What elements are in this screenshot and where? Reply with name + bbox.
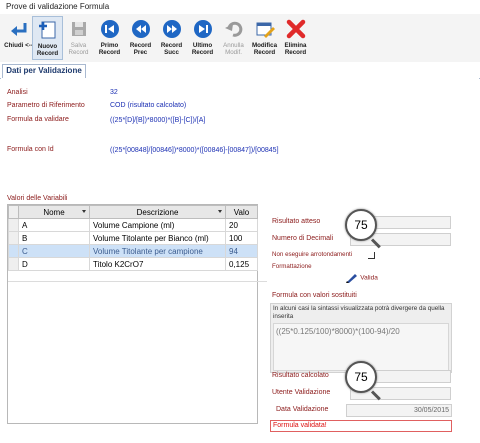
cell-nome[interactable]: A: [18, 218, 90, 232]
risultato-atteso-label: Risultato atteso: [272, 218, 321, 225]
edit-record-icon: [256, 22, 275, 38]
cell-nome[interactable]: D: [18, 257, 90, 271]
cell-valore[interactable]: 0,125: [225, 257, 258, 271]
data-validazione-label: Data Validazione: [276, 406, 329, 413]
next-record-icon: [162, 20, 181, 38]
delete-icon: [286, 19, 305, 39]
edit-record-button[interactable]: Modifica Record: [249, 16, 280, 60]
magnified-risultato-calcolato: 75: [354, 370, 368, 384]
next-record-button[interactable]: Record Succ: [156, 16, 187, 60]
formula-valori-text: ((25*0.125/100)*8000)*(100-94)/20: [276, 327, 400, 336]
utente-validazione-label: Utente Validazione: [272, 389, 331, 396]
variables-grid: Nome Descrizione Valo A Volume Campione …: [7, 204, 267, 424]
analisi-label: Analisi: [7, 89, 28, 96]
row-selector[interactable]: [8, 218, 19, 232]
analisi-value[interactable]: 32: [110, 89, 118, 96]
table-row-selected[interactable]: C Volume Titolante per campione 94: [8, 244, 258, 258]
validate-pen-icon: [346, 274, 357, 283]
cell-descrizione[interactable]: Titolo K2CrO7: [89, 257, 226, 271]
formula-id-label: Formula con Id: [7, 146, 54, 153]
data-validazione-value: 30/05/2015: [413, 407, 449, 414]
grid-divider: [8, 281, 267, 282]
table-row[interactable]: B Volume Titolante per Bianco (ml) 100: [8, 231, 258, 245]
row-selector[interactable]: [8, 231, 19, 245]
tab-dati-validazione[interactable]: Dati per Validazione: [2, 64, 86, 78]
formula-label: Formula da validare: [7, 116, 69, 123]
cell-descrizione[interactable]: Volume Campione (ml): [89, 218, 226, 232]
non-eseguire-checkbox[interactable]: [368, 252, 375, 259]
column-header-descrizione[interactable]: Descrizione: [89, 205, 226, 219]
cell-descrizione[interactable]: Volume Titolante per campione: [89, 244, 226, 258]
valida-button[interactable]: Valida: [346, 272, 378, 283]
save-record-label: Salva Record: [68, 42, 89, 56]
new-record-button[interactable]: Nuovo Record: [32, 16, 63, 60]
delete-record-label: Elimina Record: [284, 42, 307, 56]
undo-label: Annulla Modif.: [223, 42, 244, 56]
table-row[interactable]: A Volume Campione (ml) 20: [8, 218, 258, 232]
new-record-icon: [38, 21, 55, 39]
row-selector[interactable]: [8, 257, 19, 271]
close-button[interactable]: Chiudi <--: [3, 16, 34, 60]
last-record-icon: [193, 20, 212, 38]
last-record-button[interactable]: Ultimo Record: [187, 16, 218, 60]
magnifier-risultato-calcolato: 75: [345, 361, 377, 393]
new-record-label: Nuovo Record: [36, 43, 59, 57]
column-header-nome[interactable]: Nome: [18, 205, 90, 219]
delete-record-button[interactable]: Elimina Record: [280, 16, 311, 60]
cell-valore[interactable]: 100: [225, 231, 258, 245]
valida-label: Valida: [360, 274, 378, 282]
column-header-valore[interactable]: Valo: [225, 205, 258, 219]
undo-icon: [224, 21, 242, 37]
cell-valore[interactable]: 20: [225, 218, 258, 232]
magnifier-risultato-atteso: 75: [345, 209, 377, 241]
row-selector[interactable]: [8, 244, 19, 258]
close-button-label: Chiudi <--: [4, 42, 33, 49]
back-arrow-icon: [10, 23, 26, 36]
next-record-label: Record Succ: [160, 42, 183, 56]
last-record-label: Ultimo Record: [191, 42, 214, 56]
risultato-calcolato-label: Risultato calcolato: [272, 372, 329, 379]
filter-dropdown-icon[interactable]: [218, 210, 222, 213]
first-record-button[interactable]: Primo Record: [94, 16, 125, 60]
cell-nome[interactable]: C: [18, 244, 90, 258]
save-record-button[interactable]: Salva Record: [63, 16, 94, 60]
first-record-label: Primo Record: [98, 42, 121, 56]
cell-nome[interactable]: B: [18, 231, 90, 245]
table-row[interactable]: D Titolo K2CrO7 0,125: [8, 257, 258, 271]
window-title: Prove di validazione Formula: [6, 2, 110, 11]
parametro-label: Parametro di Riferimento: [7, 102, 85, 109]
cell-descrizione[interactable]: Volume Titolante per Bianco (ml): [89, 231, 226, 245]
formula-id-value: ((25*[00848]/[00846])*8000)*([00846]-[00…: [110, 147, 279, 154]
variables-title: Valori delle Variabili: [7, 195, 68, 202]
title-bar: Prove di validazione Formula: [0, 0, 480, 15]
toolbar: Chiudi <-- Nuovo Record Salva Record Pri…: [0, 14, 480, 63]
numero-decimali-label: Numero di Decimali: [272, 235, 334, 242]
save-icon: [71, 22, 86, 36]
formattazione-label: Formattazione: [272, 263, 312, 270]
edit-record-label: Modifica Record: [251, 42, 278, 56]
tab-strip: Dati per Validazione: [0, 62, 480, 79]
previous-record-label: Record Prec: [129, 42, 152, 56]
non-eseguire-label: Non eseguire arrotondamenti: [272, 251, 353, 258]
row-header-corner: [8, 205, 19, 219]
previous-record-button[interactable]: Record Prec: [125, 16, 156, 60]
formula-note: In alcuni casi la sintassi visualizzata …: [273, 305, 445, 320]
status-message: Formula validata!: [273, 422, 327, 429]
formula-value[interactable]: ((25*[D]/[B])*8000)*([B]-[C])/[A]: [110, 117, 205, 124]
cell-valore[interactable]: 94: [225, 244, 258, 258]
status-box: Formula validata!: [270, 420, 452, 432]
parametro-value[interactable]: COD (risultato calcolato): [110, 102, 186, 109]
undo-button[interactable]: Annulla Modif.: [218, 16, 249, 60]
previous-record-icon: [131, 20, 150, 38]
magnified-risultato-atteso: 75: [354, 218, 368, 232]
formula-valori-title: Formula con valori sostituiti: [272, 292, 357, 299]
data-validazione-input: 30/05/2015: [346, 404, 452, 417]
first-record-icon: [100, 20, 119, 38]
filter-dropdown-icon[interactable]: [82, 210, 86, 213]
